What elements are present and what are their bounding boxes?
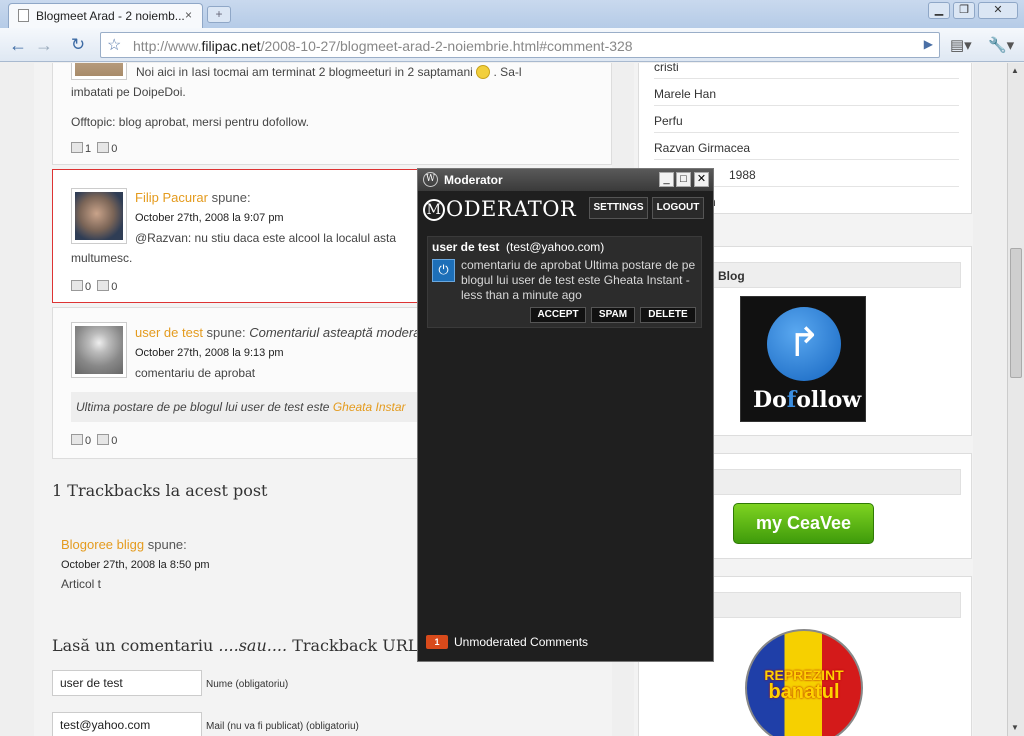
page-scrollbar[interactable]: ▲ ▼ <box>1007 63 1024 736</box>
banat-badge[interactable]: REPREZINT banatul <box>745 629 863 736</box>
smiley-icon <box>476 65 491 79</box>
accept-button[interactable]: ACCEPT <box>530 307 586 323</box>
moderator-logo: M ODERATOR <box>423 197 576 221</box>
scrollbar-thumb[interactable] <box>1010 248 1022 378</box>
moderator-close-button[interactable]: ✕ <box>694 172 709 187</box>
trackbacks-heading: 1 Trackbacks la acest post <box>52 481 268 500</box>
moderator-window: W Moderator _ □ ✕ M ODERATOR SETTINGS LOG… <box>417 168 714 662</box>
avatar <box>71 63 127 80</box>
unmoderated-comments-link[interactable]: 1 Unmoderated Comments <box>426 635 588 649</box>
wordpress-icon: W <box>423 172 438 187</box>
comment-text: multumesc. <box>71 251 133 265</box>
comment-date: October 27th, 2008 la 9:13 pm <box>135 347 284 359</box>
wrench-menu-icon[interactable]: 🔧▾ <box>988 36 1014 54</box>
sidebar-item[interactable]: Marele Han <box>654 87 716 101</box>
browser-titlebar: Blogmeet Arad - 2 noiemb... × + ▁ ❐ ✕ <box>0 0 1024 28</box>
reload-icon[interactable]: ↻ <box>66 34 90 56</box>
thumbs-down-icon[interactable] <box>97 142 110 153</box>
sidebar-item[interactable]: Perfu <box>654 114 683 128</box>
moderator-logo-icon: M <box>423 199 445 221</box>
window-minimize-button[interactable]: ▁ <box>928 2 950 19</box>
pending-comment-card: user de test (test@yahoo.com) ⏻ comentar… <box>427 236 702 328</box>
page-icon <box>18 9 29 22</box>
comment-author[interactable]: Filip Pacurar spune: <box>135 190 251 205</box>
thumbs-up-icon[interactable] <box>71 280 83 291</box>
mail-field-label: Mail (nu va fi publicat) (obligatoriu) <box>206 721 359 732</box>
comment-text: Offtopic: blog aprobat, mersi pentru dof… <box>71 115 309 129</box>
moderator-titlebar[interactable]: W Moderator _ □ ✕ <box>418 169 713 191</box>
logout-button[interactable]: LOGOUT <box>652 197 704 219</box>
name-field-label: Nume (obligatoriu) <box>206 679 289 690</box>
avatar <box>71 322 127 378</box>
comment-text: imbatati pe DoipeDoi. <box>71 85 186 99</box>
spam-button[interactable]: SPAM <box>591 307 635 323</box>
go-arrow-icon[interactable]: ▶ <box>924 37 933 51</box>
pending-comment-user: user de test (test@yahoo.com) <box>432 240 605 254</box>
thumbs-down-icon[interactable] <box>97 280 110 291</box>
tab-title: Blogmeet Arad - 2 noiemb... <box>36 9 185 23</box>
comment-text: Noi aici in Iasi tocmai am terminat 2 bl… <box>136 65 522 79</box>
moderator-minimize-button[interactable]: _ <box>659 172 674 187</box>
dofollow-badge[interactable]: ↱ Dofollow <box>740 296 866 422</box>
dofollow-arrow-icon: ↱ <box>767 307 841 381</box>
comment: Noi aici in Iasi tocmai am terminat 2 bl… <box>52 63 612 165</box>
comment-text: @Razvan: nu stiu daca este alcool la loc… <box>135 231 396 245</box>
delete-button[interactable]: DELETE <box>640 307 696 323</box>
moderator-maximize-button[interactable]: □ <box>676 172 691 187</box>
browser-toolbar: ← → ↻ ☆ http://www.filipac.net/2008-10-2… <box>0 28 1024 62</box>
browser-tab[interactable]: Blogmeet Arad - 2 noiemb... × <box>8 3 203 28</box>
comment-date: October 27th, 2008 la 9:07 pm <box>135 212 284 224</box>
thumbs-down-icon[interactable] <box>97 434 110 445</box>
trackback-text: Articol t <box>61 577 102 591</box>
signature-link[interactable]: Gheata Instar <box>333 400 406 414</box>
unmoderated-count-badge: 1 <box>426 635 448 649</box>
back-arrow-icon[interactable]: ← <box>6 34 30 56</box>
settings-button[interactable]: SETTINGS <box>589 197 648 219</box>
comment-votes: 0 0 <box>71 434 117 447</box>
forward-arrow-icon[interactable]: → <box>32 34 56 56</box>
window-close-button[interactable]: ✕ <box>978 2 1018 19</box>
name-field[interactable]: user de test <box>52 670 202 696</box>
dofollow-label: Dofollow <box>753 387 862 413</box>
tab-close-icon[interactable]: × <box>185 8 192 22</box>
comment-author[interactable]: user de test spune: Comentariul asteaptă… <box>135 325 425 340</box>
comment-signature: Ultima postare de pe blogul lui user de … <box>76 400 406 414</box>
comment-votes: 1 0 <box>71 142 117 155</box>
comment-text: comentariu de aprobat <box>135 366 256 380</box>
sidebar-item[interactable]: 1988 <box>729 168 756 182</box>
window-maximize-button[interactable]: ❐ <box>953 2 975 19</box>
sidebar-item[interactable]: cristi <box>654 63 679 74</box>
trackback-date: October 27th, 2008 la 8:50 pm <box>61 559 210 571</box>
banat-label-bottom: banatul <box>768 681 840 703</box>
power-icon: ⏻ <box>432 259 455 282</box>
sidebar-item[interactable]: Razvan Girmacea <box>654 141 750 155</box>
ceavee-badge[interactable]: my CeaVee <box>733 503 874 544</box>
page-menu-icon[interactable]: ▤▾ <box>950 36 972 54</box>
thumbs-up-icon[interactable] <box>71 142 83 153</box>
trackback-author[interactable]: Blogoree bligg spune: <box>61 537 187 552</box>
scroll-down-icon[interactable]: ▼ <box>1011 723 1019 732</box>
mail-field[interactable]: test@yahoo.com <box>52 712 202 736</box>
bookmark-star-icon[interactable]: ☆ <box>107 35 121 55</box>
comment-votes: 0 0 <box>71 280 117 293</box>
unmoderated-comments-label: Unmoderated Comments <box>454 635 589 649</box>
avatar <box>71 188 127 244</box>
new-tab-button[interactable]: + <box>207 6 231 23</box>
comment-form-heading: Lasă un comentariu ....sau.... Trackback… <box>52 636 419 655</box>
address-bar[interactable]: ☆ http://www.filipac.net/2008-10-27/blog… <box>100 32 940 58</box>
thumbs-up-icon[interactable] <box>71 434 83 445</box>
address-url[interactable]: http://www.filipac.net/2008-10-27/blogme… <box>133 38 633 54</box>
scroll-up-icon[interactable]: ▲ <box>1011 66 1019 75</box>
moderator-window-title: Moderator <box>444 173 503 187</box>
pending-comment-message: comentariu de aprobat Ultima postare de … <box>461 258 696 302</box>
